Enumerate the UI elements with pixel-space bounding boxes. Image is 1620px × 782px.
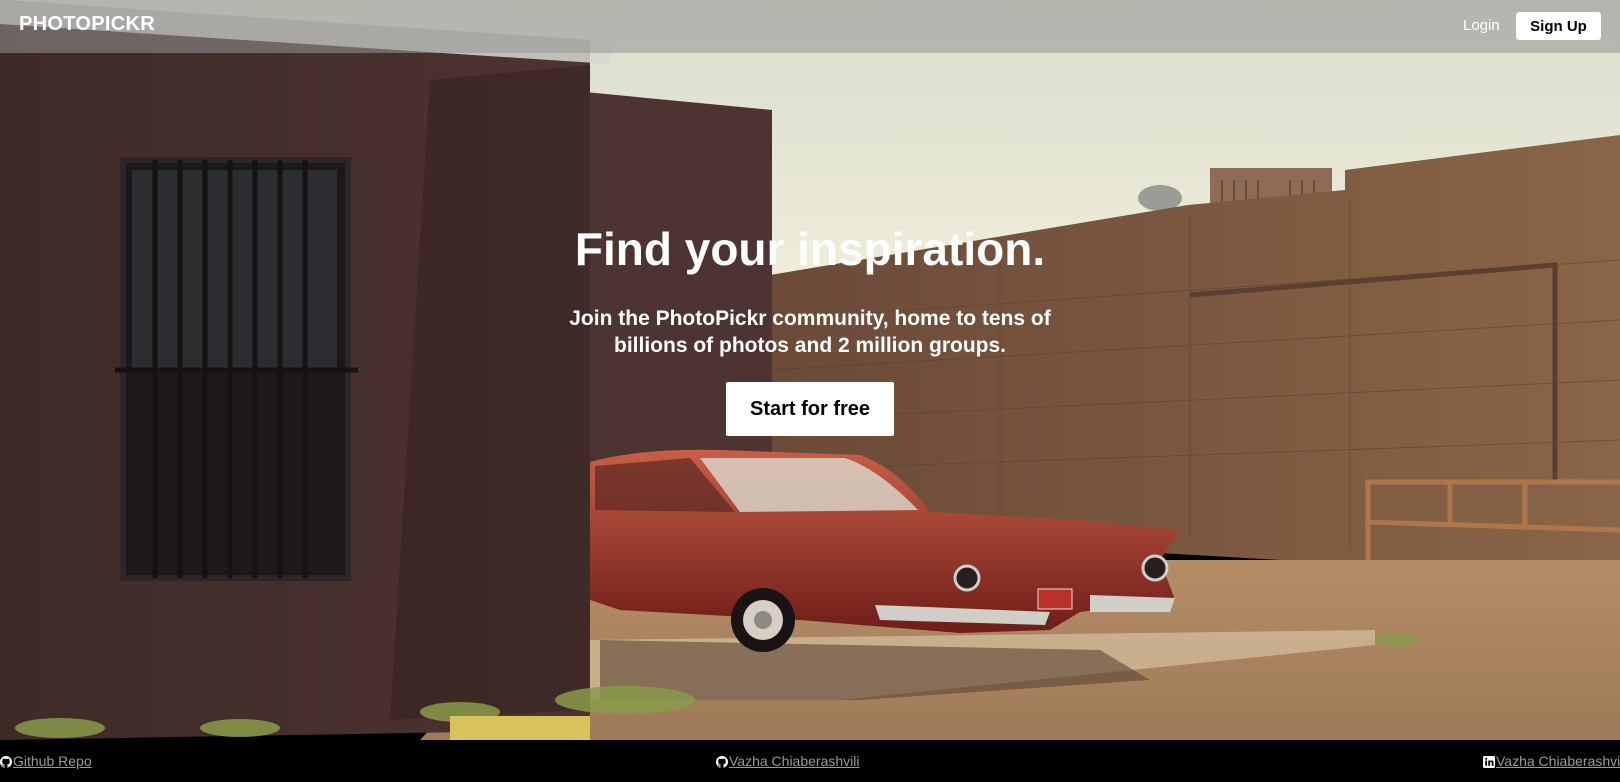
- linkedin-icon: [1483, 755, 1495, 768]
- footer: Github Repo Vazha Chiaberashvili Vazha C…: [0, 740, 1620, 782]
- author-linkedin-link[interactable]: Vazha Chiaberashvili: [1483, 753, 1620, 769]
- github-icon: [0, 755, 12, 768]
- start-for-free-button[interactable]: Start for free: [726, 382, 894, 436]
- author-linkedin-label: Vazha Chiaberashvili: [1496, 753, 1620, 769]
- github-icon: [716, 755, 728, 768]
- author-github-link[interactable]: Vazha Chiaberashvili: [716, 753, 859, 769]
- hero-subtitle: Join the PhotoPickr community, home to t…: [569, 307, 1051, 357]
- github-repo-label: Github Repo: [13, 753, 92, 769]
- hero-title: Find your inspiration.: [574, 223, 1046, 275]
- github-repo-link[interactable]: Github Repo: [0, 753, 92, 769]
- author-github-label: Vazha Chiaberashvili: [729, 753, 860, 769]
- hero-section: Find your inspiration. Join the PhotoPic…: [0, 0, 1620, 740]
